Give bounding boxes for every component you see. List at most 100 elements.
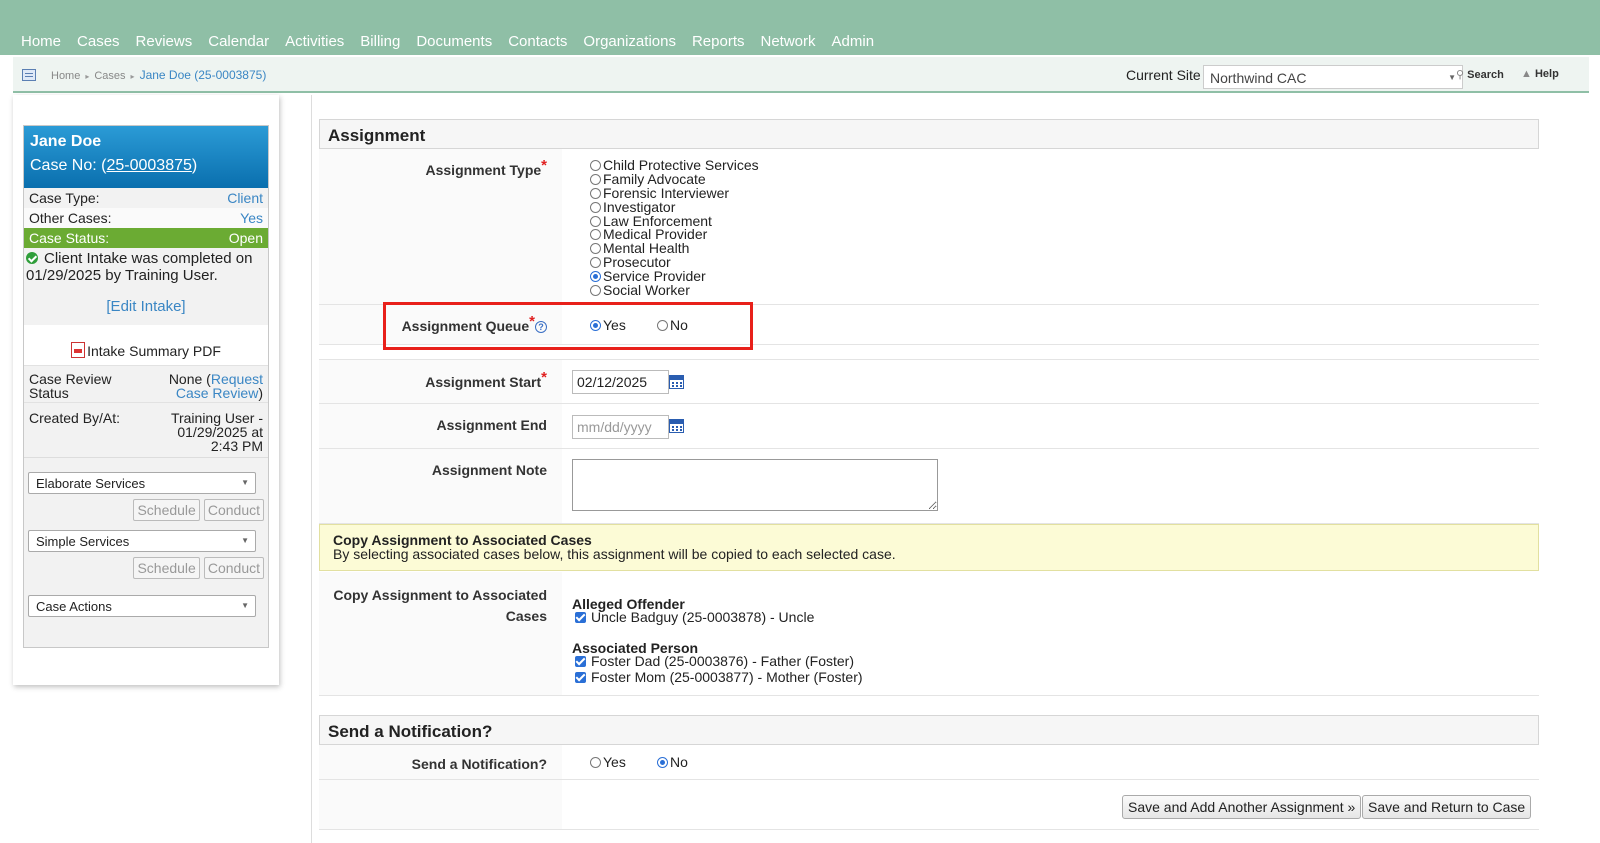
search-label: Search bbox=[1467, 69, 1504, 81]
assignment-note-label: Assignment Note bbox=[431, 462, 547, 478]
type-option-investigator[interactable]: Investigator bbox=[590, 200, 675, 214]
assignment-start-field bbox=[562, 360, 1539, 403]
calendar-icon[interactable] bbox=[669, 375, 684, 389]
breadcrumb-separator-icon: ▸ bbox=[85, 72, 90, 81]
elaborate-schedule-button[interactable]: Schedule bbox=[133, 499, 200, 521]
case-status-label: Case Status: bbox=[29, 230, 110, 246]
radio[interactable] bbox=[590, 285, 601, 296]
case-number-link[interactable]: 25-0003875 bbox=[106, 157, 191, 174]
pdf-icon bbox=[71, 342, 86, 358]
type-option-forensic-interviewer[interactable]: Forensic Interviewer bbox=[590, 186, 729, 200]
notification-label: Send a Notification? bbox=[411, 756, 547, 772]
left-panel: Jane Doe Case No: (25-0003875) Case Type… bbox=[13, 95, 279, 685]
chevron-down-icon: ▼ bbox=[241, 601, 249, 610]
breadcrumb-cases[interactable]: Cases bbox=[94, 70, 125, 82]
case-actions-area: Elaborate Services ▼ Schedule Conduct Simp… bbox=[24, 457, 268, 617]
current-site-value: Northwind CAC bbox=[1210, 70, 1307, 86]
nav-documents[interactable]: Documents bbox=[408, 33, 500, 50]
copy-option-foster-mom[interactable]: Foster Mom (25-0003877) - Mother (Foster… bbox=[575, 670, 863, 684]
elaborate-conduct-button[interactable]: Conduct bbox=[203, 499, 264, 521]
save-return-button[interactable]: Save and Return to Case bbox=[1362, 795, 1532, 819]
nav-admin[interactable]: Admin bbox=[824, 33, 883, 50]
checkbox-checked[interactable] bbox=[575, 612, 586, 623]
type-option-medical-provider[interactable]: Medical Provider bbox=[590, 227, 707, 241]
type-option-service-provider[interactable]: Service Provider bbox=[590, 269, 706, 283]
nav-billing[interactable]: Billing bbox=[352, 33, 408, 50]
radio[interactable] bbox=[590, 174, 601, 185]
copy-assignment-label: Copy Assignment to Associated Cases bbox=[333, 587, 547, 624]
case-list-icon[interactable] bbox=[22, 69, 36, 81]
assignment-start-row: Assignment Start* bbox=[319, 359, 1539, 404]
radio-selected[interactable] bbox=[590, 271, 601, 282]
nav-reports[interactable]: Reports bbox=[684, 33, 753, 50]
radio[interactable] bbox=[590, 243, 601, 254]
request-case-review-link[interactable]: Case Review bbox=[176, 385, 258, 401]
save-add-another-button[interactable]: Save and Add Another Assignment » bbox=[1122, 795, 1362, 819]
radio[interactable] bbox=[590, 229, 601, 240]
radio[interactable] bbox=[590, 188, 601, 199]
type-option-mental-health[interactable]: Mental Health bbox=[590, 241, 689, 255]
copy-option-foster-dad[interactable]: Foster Dad (25-0003876) - Father (Foster… bbox=[575, 654, 854, 668]
case-type-label: Case Type: bbox=[29, 190, 100, 206]
simple-services-label: Simple Services bbox=[36, 534, 130, 549]
assignment-type-options: Child Protective Services Family Advocat… bbox=[562, 149, 1539, 304]
radio[interactable] bbox=[590, 757, 601, 768]
intake-summary-pdf[interactable]: Intake Summary PDF bbox=[24, 325, 268, 365]
required-icon: * bbox=[541, 157, 547, 174]
calendar-icon[interactable] bbox=[669, 419, 684, 433]
simple-conduct-button[interactable]: Conduct bbox=[203, 557, 264, 579]
nav-home[interactable]: Home bbox=[13, 33, 69, 50]
case-actions-dropdown[interactable]: Case Actions ▼ bbox=[28, 595, 256, 617]
type-option-family-advocate[interactable]: Family Advocate bbox=[590, 172, 706, 186]
radio[interactable] bbox=[590, 216, 601, 227]
chevron-down-icon: ▼ bbox=[241, 478, 249, 487]
checkbox-checked[interactable] bbox=[575, 656, 586, 667]
nav-cases[interactable]: Cases bbox=[69, 33, 128, 50]
current-site-select[interactable]: Northwind CAC ▼ bbox=[1203, 65, 1463, 89]
nav-organizations[interactable]: Organizations bbox=[575, 33, 684, 50]
copy-option-uncle-badguy[interactable]: Uncle Badguy (25-0003878) - Uncle bbox=[575, 610, 814, 624]
breadcrumb-current[interactable]: Jane Doe (25-0003875) bbox=[140, 68, 267, 82]
search-icon: ⚲ bbox=[1456, 69, 1465, 81]
notification-option-yes[interactable]: Yes bbox=[590, 755, 626, 769]
type-option-child-protective-services[interactable]: Child Protective Services bbox=[590, 158, 759, 172]
case-number-label: Case No: ( bbox=[30, 157, 107, 174]
intake-status-text: Client Intake was completed on 01/29/202… bbox=[26, 250, 253, 284]
type-option-prosecutor[interactable]: Prosecutor bbox=[590, 255, 671, 269]
simple-schedule-button[interactable]: Schedule bbox=[133, 557, 200, 579]
elaborate-services-dropdown[interactable]: Elaborate Services ▼ bbox=[28, 472, 256, 494]
help-label: Help bbox=[1534, 68, 1559, 80]
type-option-social-worker[interactable]: Social Worker bbox=[590, 283, 690, 297]
case-number-close: ) bbox=[191, 157, 198, 174]
edit-intake-link[interactable]: [Edit Intake] bbox=[24, 284, 268, 325]
assignment-end-input[interactable] bbox=[572, 415, 669, 439]
case-type-row: Case Type: Client bbox=[24, 188, 268, 208]
checkbox-checked[interactable] bbox=[575, 672, 586, 683]
radio[interactable] bbox=[590, 202, 601, 213]
nav-network[interactable]: Network bbox=[753, 33, 824, 50]
radio-selected[interactable] bbox=[657, 757, 668, 768]
breadcrumb: Home ▸ Cases ▸ Jane Doe (25-0003875) bbox=[51, 68, 266, 82]
other-cases-label: Other Cases: bbox=[29, 210, 112, 226]
nav-activities[interactable]: Activities bbox=[277, 33, 352, 50]
simple-services-dropdown[interactable]: Simple Services ▼ bbox=[28, 530, 256, 552]
copy-assignment-notice: Copy Assignment to Associated Cases By s… bbox=[319, 524, 1539, 571]
nav-contacts[interactable]: Contacts bbox=[500, 33, 575, 50]
radio[interactable] bbox=[590, 160, 601, 171]
chevron-down-icon: ▼ bbox=[241, 536, 249, 545]
case-type-value[interactable]: Client bbox=[227, 190, 263, 206]
search-link[interactable]: ⚲ Search bbox=[1456, 68, 1504, 81]
breadcrumb-home[interactable]: Home bbox=[51, 70, 80, 82]
other-cases-value[interactable]: Yes bbox=[240, 210, 263, 226]
help-link[interactable]: ▲ Help bbox=[1521, 68, 1559, 80]
assignment-start-input[interactable] bbox=[572, 370, 669, 394]
assignment-end-row: Assignment End bbox=[319, 404, 1539, 449]
assignment-type-row: Assignment Type* Child Protective Servic… bbox=[319, 149, 1539, 305]
nav-calendar[interactable]: Calendar bbox=[200, 33, 277, 50]
assignment-section-title: Assignment bbox=[319, 119, 1539, 149]
radio[interactable] bbox=[590, 257, 601, 268]
chevron-down-icon: ▼ bbox=[1448, 73, 1456, 82]
notification-option-no[interactable]: No bbox=[657, 755, 688, 769]
assignment-note-textarea[interactable] bbox=[572, 459, 938, 511]
nav-reviews[interactable]: Reviews bbox=[128, 33, 201, 50]
